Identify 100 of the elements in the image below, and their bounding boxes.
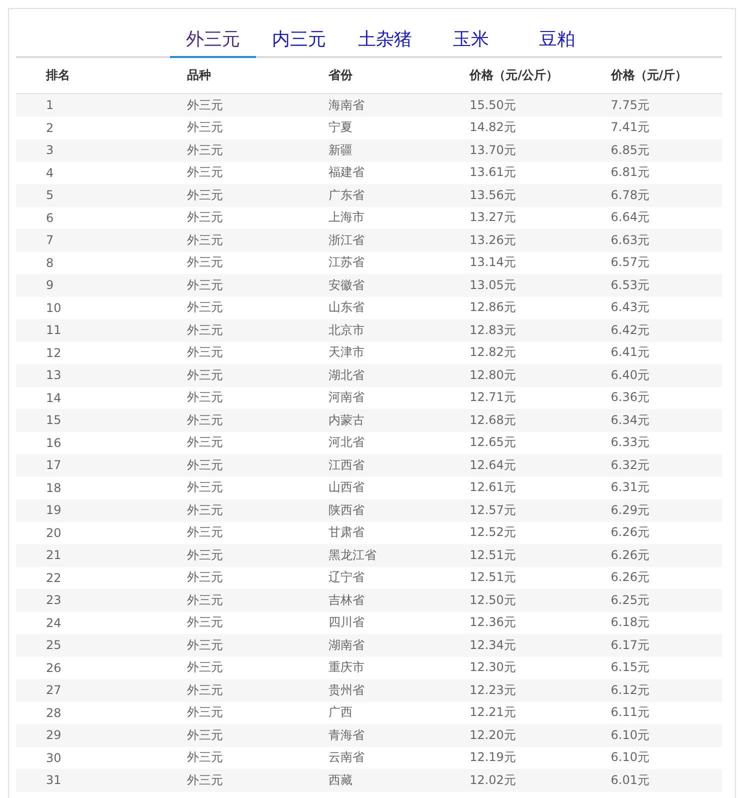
table-cell: 6.33元 (580, 432, 722, 454)
table-cell: 甘肃省 (298, 522, 440, 544)
table-cell: 2 (16, 116, 158, 139)
table-cell: 15 (16, 409, 158, 432)
table-cell: 外三元 (157, 386, 298, 409)
table-cell: 黑龙江省 (298, 544, 440, 566)
table-cell: 6.32元 (580, 454, 722, 476)
table-cell: 6.63元 (580, 229, 722, 252)
table-cell: 12.30元 (440, 656, 581, 679)
table-cell: 外三元 (157, 656, 298, 679)
table-cell: 四川省 (298, 612, 440, 634)
table-cell: 6.26元 (580, 522, 722, 544)
table-cell: 12.52元 (440, 522, 581, 544)
table-cell: 广西 (298, 702, 440, 724)
table-cell: 吉林省 (298, 589, 440, 612)
table-cell: 12.34元 (440, 634, 581, 656)
table-cell: 12.86元 (440, 296, 581, 319)
table-cell: 12.65元 (440, 432, 581, 454)
table-cell: 江西省 (298, 454, 440, 476)
table-cell: 4 (16, 162, 158, 184)
table-cell: 6.34元 (580, 409, 722, 432)
table-cell: 6.57元 (580, 252, 722, 274)
table-cell: 6.25元 (580, 589, 722, 612)
table-cell: 外三元 (157, 499, 298, 522)
table-cell: 26 (16, 656, 158, 679)
table-cell: 宁夏 (298, 116, 440, 139)
table-cell: 广东省 (298, 184, 440, 206)
table-cell: 22 (16, 566, 158, 589)
table-cell: 6.18元 (580, 612, 722, 634)
table-cell: 12 (16, 342, 158, 364)
table-cell: 北京市 (298, 319, 440, 342)
table-cell: 外三元 (157, 364, 298, 386)
tab[interactable]: 土杂猪 (342, 23, 428, 58)
tab[interactable]: 外三元 (170, 23, 256, 58)
table-cell: 江苏省 (298, 252, 440, 274)
table-cell: 外三元 (157, 746, 298, 769)
table-cell: 外三元 (157, 679, 298, 702)
table-cell: 17 (16, 454, 158, 476)
table-cell: 河北省 (298, 432, 440, 454)
table-cell: 湖南省 (298, 634, 440, 656)
table-cell: 河南省 (298, 386, 440, 409)
table-cell: 6.53元 (580, 274, 722, 296)
table-cell: 12.61元 (440, 476, 581, 499)
table-cell: 9 (16, 274, 158, 296)
table-cell: 1 (16, 94, 158, 116)
table-cell: 外三元 (157, 296, 298, 319)
table-cell: 12.80元 (440, 364, 581, 386)
table-cell: 6.15元 (580, 656, 722, 679)
table-cell: 13.70元 (440, 139, 581, 162)
table-cell: 外三元 (157, 724, 298, 746)
table-cell: 山东省 (298, 296, 440, 319)
table-cell: 外三元 (157, 454, 298, 476)
table-cell: 20 (16, 522, 158, 544)
table-cell: 6.85元 (580, 139, 722, 162)
table-cell: 14.82元 (440, 116, 581, 139)
table-cell: 云南省 (298, 746, 440, 769)
table-cell: 外三元 (157, 612, 298, 634)
table-cell: 12.64元 (440, 454, 581, 476)
table-cell: 外三元 (157, 522, 298, 544)
table-cell: 6.10元 (580, 724, 722, 746)
table-cell: 外三元 (157, 206, 298, 229)
table-cell: 6.29元 (580, 499, 722, 522)
tab[interactable]: 玉米 (428, 23, 514, 58)
table-cell: 6.41元 (580, 342, 722, 364)
table-cell: 6.43元 (580, 296, 722, 319)
table-cell: 浙江省 (298, 229, 440, 252)
table-cell: 12.19元 (440, 746, 581, 769)
table-cell: 海南省 (298, 94, 440, 116)
table-cell: 6.40元 (580, 364, 722, 386)
table-cell: 30 (16, 746, 158, 769)
table-cell: 12.02元 (440, 769, 581, 792)
table-cell: 安徽省 (298, 274, 440, 296)
table-cell: 外三元 (157, 409, 298, 432)
table-cell: 6.26元 (580, 544, 722, 566)
table-cell: 13.26元 (440, 229, 581, 252)
table-cell: 湖北省 (298, 364, 440, 386)
table-cell: 27 (16, 679, 158, 702)
table-cell: 重庆市 (298, 656, 440, 679)
table-cell: 6.36元 (580, 386, 722, 409)
table-cell: 5 (16, 184, 158, 206)
tab[interactable]: 豆粕 (514, 23, 600, 58)
table-cell: 上海市 (298, 206, 440, 229)
table-cell: 13.27元 (440, 206, 581, 229)
tab[interactable]: 内三元 (256, 23, 342, 58)
table-cell: 6.12元 (580, 679, 722, 702)
table-cell: 15.50元 (440, 94, 581, 116)
table-cell: 13 (16, 364, 158, 386)
table-cell: 青海省 (298, 724, 440, 746)
table-cell: 14 (16, 386, 158, 409)
table-cell: 6.78元 (580, 184, 722, 206)
table-cell: 12.51元 (440, 566, 581, 589)
table-cell: 12.71元 (440, 386, 581, 409)
table-cell: 外三元 (157, 432, 298, 454)
table-cell: 12.68元 (440, 409, 581, 432)
table-cell: 外三元 (157, 229, 298, 252)
table-cell: 12.82元 (440, 342, 581, 364)
table-cell: 陕西省 (298, 499, 440, 522)
table-cell: 24 (16, 612, 158, 634)
table-cell: 山西省 (298, 476, 440, 499)
table-cell: 6.17元 (580, 634, 722, 656)
